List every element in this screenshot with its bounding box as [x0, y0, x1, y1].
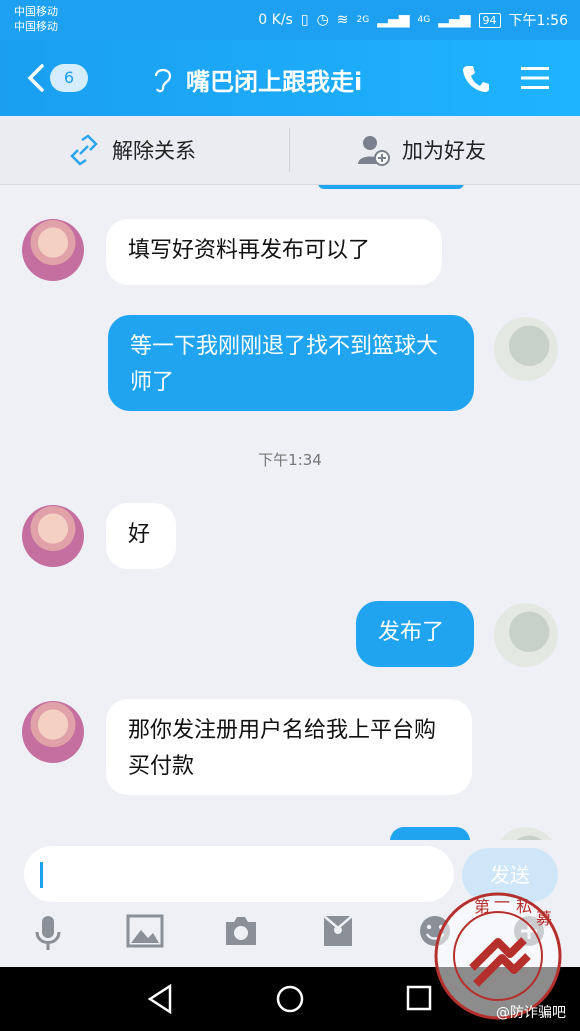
signal-icon-2: ▂▄▆ [438, 12, 471, 28]
chat-header: 6 嘴巴闭上跟我走i [0, 40, 580, 116]
outgoing-message[interactable]: 等一下我刚刚退了找不到篮球大师了 [108, 315, 474, 411]
next-message-edge [390, 827, 470, 840]
svg-text:募: 募 [536, 909, 552, 928]
carrier-line-2: 中国移动 [14, 20, 58, 33]
vibrate-icon: ▯ [300, 12, 309, 28]
message-list[interactable]: 填写好资料再发布可以了 等一下我刚刚退了找不到篮球大师了 下午1:34 好 发布… [0, 185, 580, 840]
red-packet-icon[interactable] [322, 914, 354, 948]
wifi-icon: ≋ [336, 12, 349, 28]
svg-text:一: 一 [494, 893, 510, 912]
relationship-actions: 解除关系 加为好友 [0, 116, 580, 185]
my-avatar[interactable] [494, 603, 558, 667]
signal-2g-label: 2G [356, 15, 370, 25]
nav-recents-icon[interactable] [404, 983, 434, 1013]
previous-message-edge [318, 185, 464, 189]
signal-4g-label: 4G [417, 15, 431, 25]
incoming-message[interactable]: 那你发注册用户名给我上平台购买付款 [106, 699, 472, 795]
contact-avatar[interactable] [22, 505, 84, 567]
outgoing-message[interactable]: 发布了 [356, 601, 474, 667]
image-icon[interactable] [126, 914, 164, 948]
add-friend-label: 加为好友 [402, 139, 486, 163]
carrier-info: 中国移动 中国移动 [14, 4, 58, 34]
unlink-label: 解除关系 [112, 139, 196, 163]
phone-call-icon[interactable] [460, 62, 492, 94]
svg-text:私: 私 [516, 897, 532, 916]
unlink-button[interactable]: 解除关系 [68, 116, 196, 184]
signal-icon: ▂▄▆ [377, 12, 410, 28]
text-caret [40, 862, 43, 888]
status-bar: 中国移动 中国移动 0 K/s ▯ ◷ ≋ 2G ▂▄▆ 4G ▂▄▆ 94 下… [0, 0, 580, 40]
message-timestamp: 下午1:34 [258, 451, 322, 469]
add-friend-button[interactable]: 加为好友 [356, 116, 486, 184]
microphone-icon[interactable] [34, 914, 62, 952]
ear-icon [154, 68, 172, 93]
alarm-icon: ◷ [316, 12, 329, 28]
action-divider [289, 128, 290, 172]
svg-text:第: 第 [474, 897, 490, 916]
add-user-icon [358, 136, 390, 166]
menu-icon[interactable] [520, 64, 550, 92]
unread-count-badge[interactable]: 6 [50, 64, 88, 92]
carrier-line-1: 中国移动 [14, 5, 58, 18]
contact-avatar[interactable] [22, 219, 84, 281]
broken-link-icon [70, 134, 98, 166]
nav-back-icon[interactable] [146, 983, 174, 1015]
watermark-caption: @防诈骗吧 [496, 1005, 566, 1021]
camera-icon[interactable] [222, 914, 260, 948]
incoming-message[interactable]: 好 [106, 503, 176, 569]
my-avatar[interactable] [494, 827, 558, 840]
message-input[interactable] [24, 846, 454, 902]
network-speed: 0 K/s [258, 12, 293, 28]
contact-avatar[interactable] [22, 701, 84, 763]
my-avatar[interactable] [494, 317, 558, 381]
nav-home-icon[interactable] [274, 983, 306, 1015]
status-icons: 0 K/s ▯ ◷ ≋ 2G ▂▄▆ 4G ▂▄▆ 94 下午1:56 [258, 10, 568, 30]
battery-icon: 94 [478, 12, 501, 28]
status-time: 下午1:56 [508, 13, 568, 29]
incoming-message[interactable]: 填写好资料再发布可以了 [106, 219, 442, 285]
contact-name: 嘴巴闭上跟我走i [186, 68, 363, 96]
